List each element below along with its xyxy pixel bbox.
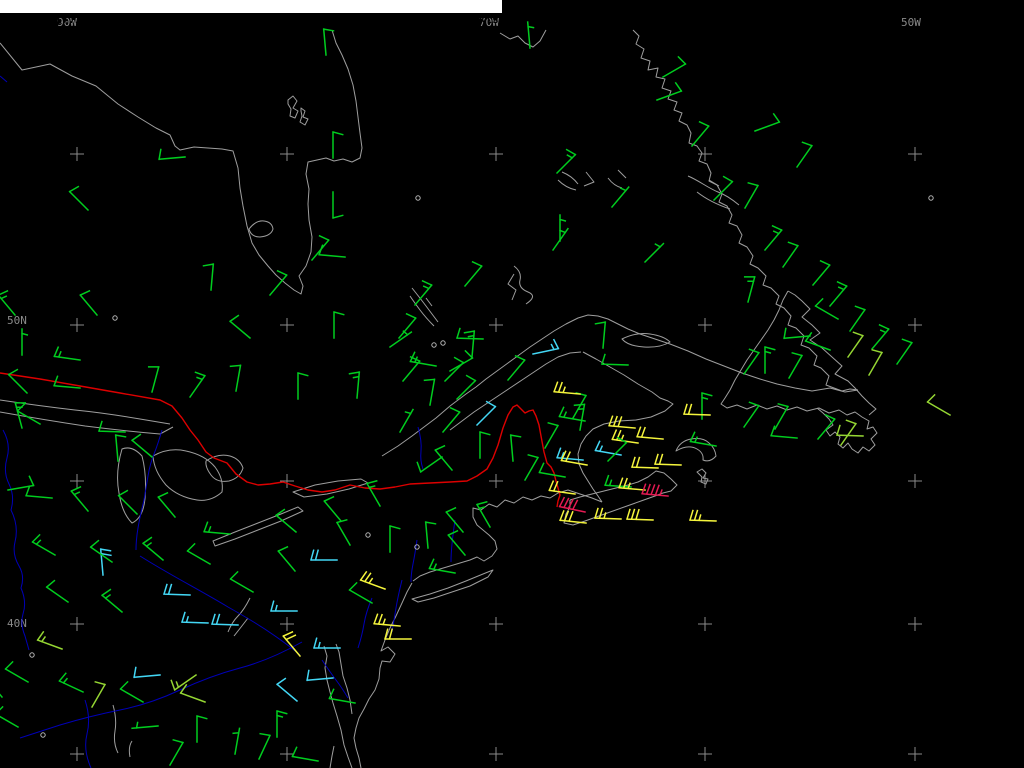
- title-bar: MON 17.12.07 00:00 UTC Bodenwettermeldun…: [0, 0, 502, 26]
- title-text: MON 17.12.07 00:00 UTC Bodenwettermeldun…: [28, 13, 499, 26]
- weather-app-screen: 90W70W50W50N40N MON 17.12.07 00:00 UTC B…: [0, 0, 1024, 768]
- graticule-label: 40N: [7, 617, 27, 630]
- graticule-label: 50N: [7, 314, 27, 327]
- weather-map-canvas: 90W70W50W50N40N: [0, 0, 1024, 768]
- graticule-label: 50W: [901, 16, 921, 29]
